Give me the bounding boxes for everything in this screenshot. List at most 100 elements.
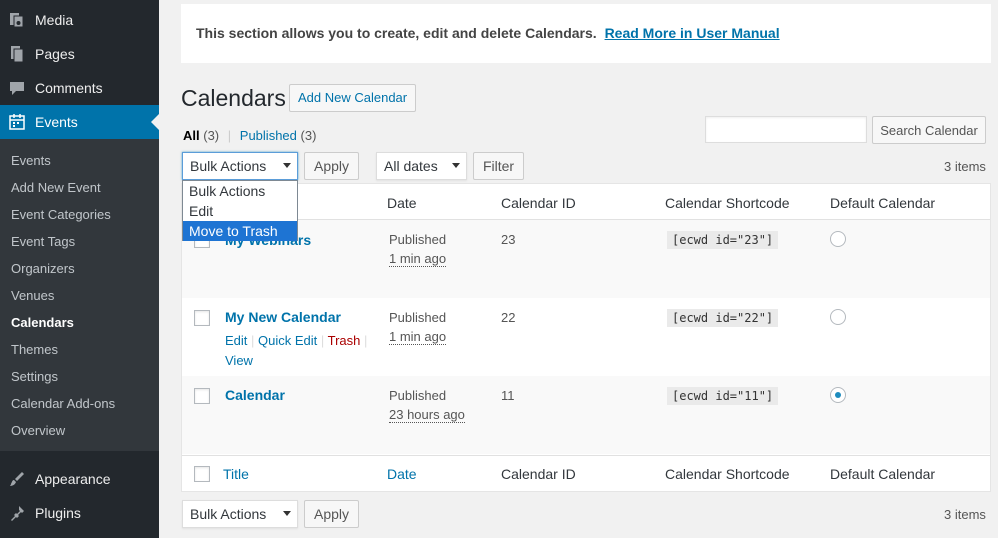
table-row: Calendar Published 23 hours ago 11 [ecwd… [182,376,990,454]
chevron-down-icon [452,163,460,168]
view-published[interactable]: Published [240,128,297,143]
table-row: My Webinars Published 1 min ago 23 [ecwd… [182,220,990,298]
comments-icon [8,79,26,97]
row-actions: Edit | Quick Edit | Trash | View [225,333,368,368]
menu-media[interactable]: Media [0,3,159,37]
row-checkbox[interactable] [194,310,210,326]
row-title[interactable]: My New Calendar [225,309,341,325]
menu-events-label: Events [35,114,78,130]
column-default: Default Calendar [830,195,936,211]
row-calendar-id: 11 [501,388,515,403]
row-status: Published [389,388,447,403]
apply-button[interactable]: Apply [304,152,359,180]
submenu-settings[interactable]: Settings [11,369,58,384]
menu-plugins-label: Plugins [35,505,81,521]
row-shortcode: [ecwd id="22"] [667,309,779,327]
submenu-themes[interactable]: Themes [11,342,58,357]
column-calendar-id: Calendar ID [501,195,576,211]
default-calendar-radio[interactable] [830,309,846,325]
menu-appearance-label: Appearance [35,471,111,487]
row-status: Published [389,232,447,247]
menu-appearance[interactable]: Appearance [0,462,159,496]
status-views: All (3) | Published (3) [183,128,316,143]
option-move-to-trash[interactable]: Move to Trash [183,221,297,241]
quick-edit-link[interactable]: Quick Edit [258,333,317,348]
calendars-table: Date Calendar ID Calendar Shortcode Defa… [181,183,991,492]
option-edit[interactable]: Edit [183,201,297,221]
info-notice: This section allows you to create, edit … [181,4,991,63]
row-time: 23 hours ago [389,407,465,423]
notice-message: This section allows you to create, edit … [196,25,597,41]
chevron-down-icon [283,163,291,168]
column-shortcode: Calendar Shortcode [665,195,790,211]
edit-link[interactable]: Edit [225,333,247,348]
column-default-footer: Default Calendar [830,466,936,482]
submenu-calendars[interactable]: Calendars [11,315,74,330]
dates-select[interactable]: All dates [376,152,467,180]
search-calendar-button[interactable]: Search Calendar [872,116,986,144]
row-calendar-id: 23 [501,232,516,247]
admin-sidebar: Media Pages Comments Events Events Add N… [0,0,159,538]
column-shortcode-footer: Calendar Shortcode [665,466,790,482]
trash-link[interactable]: Trash [328,333,361,348]
menu-pages[interactable]: Pages [0,37,159,71]
view-link[interactable]: View [225,353,253,368]
items-count: 3 items [944,159,986,174]
submenu-overview[interactable]: Overview [11,423,65,438]
bulk-actions-value: Bulk Actions [190,158,267,174]
menu-comments-label: Comments [35,80,103,96]
menu-comments[interactable]: Comments [0,71,159,105]
filter-button[interactable]: Filter [473,152,524,180]
table-row: My New Calendar Edit | Quick Edit | Tras… [182,298,990,376]
row-calendar-id: 22 [501,310,516,325]
column-date-footer[interactable]: Date [387,466,417,482]
chevron-down-icon [283,511,291,516]
page-title: Calendars [181,85,286,111]
menu-pages-label: Pages [35,46,75,62]
submenu-event-tags[interactable]: Event Tags [11,234,75,249]
row-title[interactable]: Calendar [225,387,285,403]
column-calendar-id-footer: Calendar ID [501,466,576,482]
plugins-icon [8,504,26,522]
items-count-bottom: 3 items [944,507,986,522]
option-bulk-actions[interactable]: Bulk Actions [183,181,297,201]
add-new-calendar-button[interactable]: Add New Calendar [289,84,417,112]
notice-text: This section allows you to create, edit … [196,25,780,41]
view-all[interactable]: All [183,128,200,143]
submenu-event-categories[interactable]: Event Categories [11,207,111,222]
row-checkbox[interactable] [194,388,210,404]
submenu-events[interactable]: Events [11,153,51,168]
select-all-checkbox[interactable] [194,466,210,482]
row-status: Published [389,310,447,325]
calendar-icon [8,113,26,131]
bulk-actions-value-bottom: Bulk Actions [190,506,267,522]
submenu-venues[interactable]: Venues [11,288,54,303]
row-shortcode: [ecwd id="11"] [667,387,779,405]
bulk-actions-select[interactable]: Bulk Actions [182,152,298,180]
view-separator: | [227,128,232,143]
default-calendar-radio[interactable] [830,387,846,403]
column-date[interactable]: Date [387,195,417,211]
bulk-actions-select-bottom[interactable]: Bulk Actions [182,500,298,528]
menu-events[interactable]: Events [0,105,159,139]
row-shortcode: [ecwd id="23"] [667,231,779,249]
menu-plugins[interactable]: Plugins [0,496,159,530]
appearance-icon [8,470,26,488]
column-title-footer[interactable]: Title [223,466,249,482]
apply-button-bottom[interactable]: Apply [304,500,359,528]
dates-value: All dates [384,158,438,174]
menu-media-label: Media [35,12,74,28]
view-all-count: (3) [203,128,220,143]
footer-divider [182,455,990,456]
view-published-count: (3) [300,128,317,143]
pages-icon [8,45,26,63]
media-icon [8,11,26,29]
search-input[interactable] [705,116,867,143]
row-time: 1 min ago [389,251,447,267]
submenu-add-new-event[interactable]: Add New Event [11,180,101,195]
events-submenu: Events Add New Event Event Categories Ev… [0,139,159,451]
default-calendar-radio[interactable] [830,231,846,247]
user-manual-link[interactable]: Read More in User Manual [605,25,780,41]
submenu-organizers[interactable]: Organizers [11,261,75,276]
submenu-calendar-add-ons[interactable]: Calendar Add-ons [11,396,115,411]
